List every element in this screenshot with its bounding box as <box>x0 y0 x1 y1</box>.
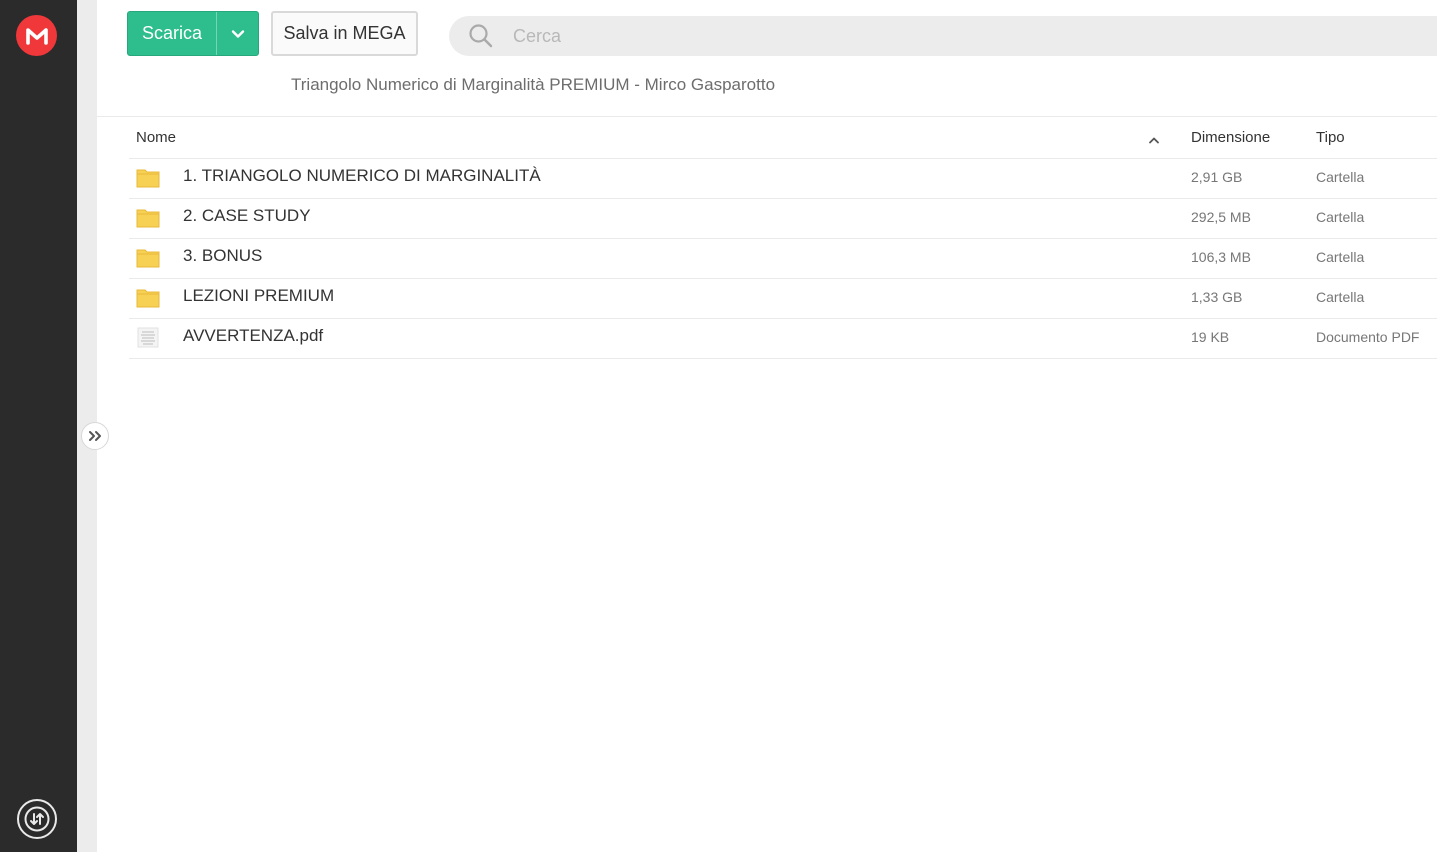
file-size: 19 KB <box>1191 329 1230 345</box>
file-size: 292,5 MB <box>1191 209 1251 225</box>
search-bar[interactable] <box>449 16 1437 56</box>
sort-ascending-icon[interactable] <box>1148 131 1160 148</box>
table-row[interactable]: LEZIONI PREMIUM 1,33 GB Cartella <box>129 279 1437 319</box>
table-row[interactable]: 2. CASE STUDY 292,5 MB Cartella <box>129 199 1437 239</box>
folder-icon <box>136 207 160 234</box>
main-content: Scarica Salva in MEGA Triangolo Numerico… <box>97 0 1437 852</box>
table-row[interactable]: 1. TRIANGOLO NUMERICO DI MARGINALITÀ 2,9… <box>129 159 1437 199</box>
download-button[interactable]: Scarica <box>127 11 259 56</box>
file-name: AVVERTENZA.pdf <box>183 326 324 345</box>
folder-icon <box>136 167 160 194</box>
file-list: 1. TRIANGOLO NUMERICO DI MARGINALITÀ 2,9… <box>129 159 1437 359</box>
table-row[interactable]: AVVERTENZA.pdf 19 KB Documento PDF <box>129 319 1437 359</box>
file-name: 1. TRIANGOLO NUMERICO DI MARGINALITÀ <box>183 166 541 185</box>
file-size: 106,3 MB <box>1191 249 1251 265</box>
download-button-label: Scarica <box>141 23 203 43</box>
file-type: Cartella <box>1316 249 1365 265</box>
column-header-size[interactable]: Dimensione <box>1191 129 1270 146</box>
mega-logo-icon[interactable] <box>16 15 57 56</box>
column-header-name[interactable]: Nome <box>136 129 176 146</box>
table-header: Nome Dimensione Tipo <box>129 117 1437 159</box>
folder-icon <box>136 247 160 274</box>
file-name: LEZIONI PREMIUM <box>183 286 335 305</box>
folder-icon <box>136 287 160 314</box>
search-input[interactable] <box>511 24 1315 48</box>
save-to-mega-button[interactable]: Salva in MEGA <box>271 11 418 56</box>
file-name: 3. BONUS <box>183 246 263 265</box>
file-type: Cartella <box>1316 289 1365 305</box>
file-type: Cartella <box>1316 169 1365 185</box>
folder-title: Triangolo Numerico di Marginalità PREMIU… <box>291 75 776 94</box>
transfers-icon[interactable] <box>17 799 57 839</box>
chevron-down-icon[interactable] <box>217 12 258 55</box>
file-size: 2,91 GB <box>1191 169 1243 185</box>
sidebar <box>0 0 77 852</box>
file-name: 2. CASE STUDY <box>183 206 311 225</box>
file-type: Cartella <box>1316 209 1365 225</box>
table-row[interactable]: 3. BONUS 106,3 MB Cartella <box>129 239 1437 279</box>
pdf-file-icon <box>136 327 160 354</box>
column-header-type[interactable]: Tipo <box>1316 129 1345 146</box>
file-type: Documento PDF <box>1316 329 1420 345</box>
search-icon <box>449 23 507 49</box>
file-size: 1,33 GB <box>1191 289 1243 305</box>
